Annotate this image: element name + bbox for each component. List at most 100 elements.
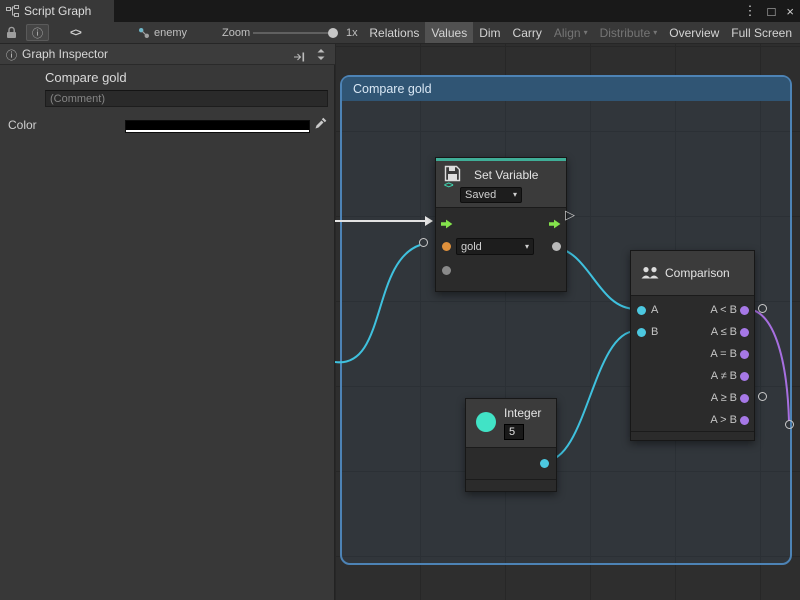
lock-icon[interactable]	[6, 22, 17, 43]
graph-inspector-title: Graph Inspector	[22, 47, 108, 61]
pane-scroll-icon[interactable]	[315, 48, 327, 66]
integer-value-field[interactable]: 5	[504, 424, 524, 440]
port-label: A ≤ B	[711, 326, 737, 338]
distribute-button[interactable]: Distribute▾	[594, 22, 664, 43]
zoom-slider-handle[interactable]	[328, 28, 338, 38]
values-button[interactable]: Values	[425, 22, 473, 43]
output-port-a-lt-b[interactable]	[740, 306, 749, 315]
dim-label: Dim	[479, 26, 500, 40]
unconnected-port-circle[interactable]	[419, 238, 428, 247]
zoom-label: Zoom	[222, 22, 250, 43]
comment-input[interactable]	[45, 90, 328, 107]
carry-button[interactable]: Carry	[507, 22, 548, 43]
unconnected-port-circle[interactable]	[758, 304, 767, 313]
comparison-row: A A < B	[631, 300, 754, 322]
alpha-strip	[126, 130, 309, 132]
name-input-port[interactable]	[442, 242, 451, 251]
port-label: A = B	[710, 348, 737, 360]
group-header[interactable]: Compare gold	[342, 77, 790, 101]
graph-inspector-panel: ⓘ Graph Inspector Compare gold Color	[0, 44, 335, 600]
input-port-a[interactable]	[637, 306, 646, 315]
comparison-header[interactable]: Comparison	[631, 251, 754, 295]
align-button[interactable]: Align▾	[548, 22, 594, 43]
chevron-down-icon: ▾	[584, 29, 588, 37]
integer-type-icon	[476, 412, 496, 432]
port-label: A ≥ B	[711, 392, 737, 404]
flow-output-port[interactable]	[549, 216, 561, 234]
integer-footer	[466, 479, 556, 491]
set-variable-header[interactable]: <> Set Variable Saved ▾	[436, 161, 566, 207]
unity-editor-window: Script Graph ⋮ □ × ⓘ <> enem	[0, 0, 800, 600]
code-view-icon[interactable]: <>	[70, 22, 81, 43]
comparison-body: A A < B B A ≤ B A = B A ≠ B	[631, 295, 754, 431]
comparison-row: A ≥ B	[631, 388, 754, 410]
info-icon: ⓘ	[32, 25, 43, 41]
value-input-port[interactable]	[442, 266, 451, 275]
flow-continue-triangle-icon: ▷	[565, 207, 575, 223]
scope-value: Saved	[465, 189, 496, 201]
dim-button[interactable]: Dim	[473, 22, 506, 43]
node-title: Set Variable	[474, 168, 538, 182]
overview-button[interactable]: Overview	[663, 22, 725, 43]
script-graph-icon	[6, 5, 19, 18]
inspector-toggle-button[interactable]: ⓘ	[26, 24, 49, 41]
full-screen-label: Full Screen	[731, 26, 792, 40]
comparison-row: A ≠ B	[631, 366, 754, 388]
variable-name-value: gold	[461, 241, 482, 253]
relations-button[interactable]: Relations	[363, 22, 425, 43]
comparison-row: B A ≤ B	[631, 322, 754, 344]
node-title: Comparison	[665, 266, 730, 280]
output-port-a-neq-b[interactable]	[740, 372, 749, 381]
graph-canvas[interactable]: Compare gold <>	[335, 44, 800, 600]
output-port-a-gte-b[interactable]	[740, 394, 749, 403]
code-badge-icon: <>	[444, 180, 453, 190]
comparison-footer	[631, 431, 754, 440]
integer-output-port[interactable]	[540, 459, 549, 468]
zoom-slider-track[interactable]	[253, 32, 337, 34]
full-screen-button[interactable]: Full Screen	[725, 22, 798, 43]
port-label: A ≠ B	[711, 370, 737, 382]
graph-toolbar: ⓘ <> enemy Zoom 1x Relations Values Dim …	[0, 22, 800, 44]
carry-label: Carry	[513, 26, 542, 40]
node-integer[interactable]: Integer 5	[465, 398, 557, 492]
node-title: Integer	[504, 406, 541, 420]
maximize-icon[interactable]: □	[768, 4, 776, 19]
value-output-port[interactable]	[552, 242, 561, 251]
unconnected-port-circle[interactable]	[785, 420, 794, 429]
output-port-a-gt-b[interactable]	[740, 416, 749, 425]
overview-label: Overview	[669, 26, 719, 40]
variable-scope-dropdown[interactable]: Saved ▾	[460, 187, 522, 203]
set-variable-body: gold ▾	[436, 207, 566, 291]
comparison-row: A = B	[631, 344, 754, 366]
comparison-icon	[640, 266, 660, 285]
chevron-down-icon: ▾	[653, 29, 657, 37]
node-comparison[interactable]: Comparison A A < B B A ≤ B A = B	[630, 250, 755, 441]
tab-title: Script Graph	[24, 4, 91, 18]
output-port-a-lte-b[interactable]	[740, 328, 749, 337]
info-icon: ⓘ	[6, 47, 17, 63]
tab-script-graph[interactable]: Script Graph	[0, 0, 114, 22]
port-label: A	[651, 304, 658, 316]
code-glyph: <>	[70, 27, 81, 39]
flow-input-port[interactable]	[441, 216, 453, 234]
color-swatch[interactable]	[125, 120, 310, 133]
unconnected-port-circle[interactable]	[758, 392, 767, 401]
output-port-a-eq-b[interactable]	[740, 350, 749, 359]
chevron-down-icon: ▾	[525, 243, 529, 251]
script-graph-asset-icon	[138, 22, 150, 43]
graph-inspector-header: ⓘ Graph Inspector	[0, 44, 335, 65]
dock-right-icon[interactable]	[293, 49, 305, 67]
group-title: Compare gold	[353, 82, 432, 96]
integer-header[interactable]: Integer 5	[466, 399, 556, 447]
window-menu-icon[interactable]: ⋮	[744, 3, 757, 19]
close-icon[interactable]: ×	[786, 4, 794, 19]
chevron-down-icon: ▾	[513, 191, 517, 199]
input-port-b[interactable]	[637, 328, 646, 337]
variable-name-dropdown[interactable]: gold ▾	[456, 238, 534, 255]
asset-breadcrumb[interactable]: enemy	[154, 22, 187, 43]
port-label: B	[651, 326, 658, 338]
eyedropper-icon[interactable]	[314, 117, 327, 135]
node-set-variable[interactable]: <> Set Variable Saved ▾ gold ▾	[435, 157, 567, 292]
integer-body	[466, 447, 556, 479]
window-controls: ⋮ □ ×	[744, 0, 794, 22]
